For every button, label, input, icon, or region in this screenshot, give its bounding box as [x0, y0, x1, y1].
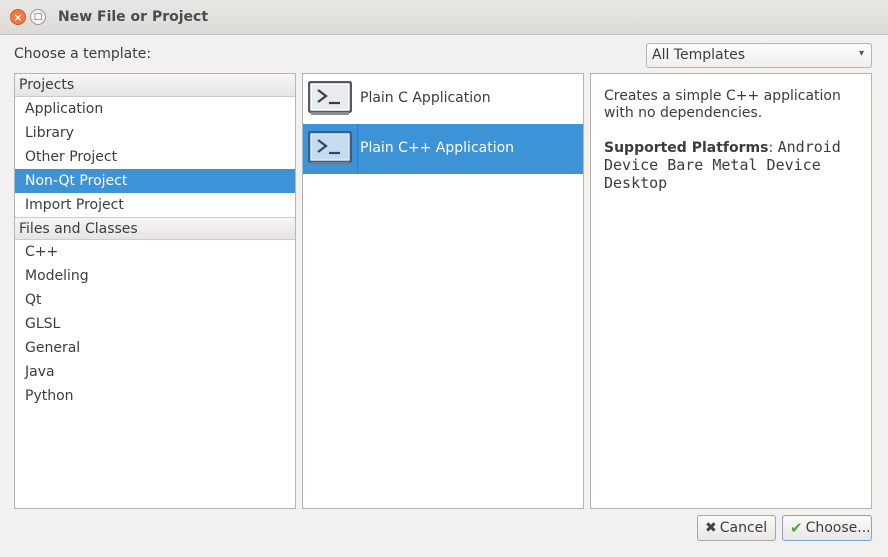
category-item-qt[interactable]: Qt: [15, 288, 295, 312]
template-label: Plain C++ Application: [360, 140, 515, 156]
template-filter-value: All Templates: [652, 47, 745, 63]
maximize-window-button[interactable]: □: [30, 9, 46, 25]
category-item-non-qt-project[interactable]: Non-Qt Project: [15, 169, 295, 193]
cancel-button-label: Cancel: [719, 520, 768, 536]
category-item-python[interactable]: Python: [15, 384, 295, 408]
category-header-projects: Projects: [15, 74, 295, 97]
template-description-panel: Creates a simple C++ application with no…: [590, 73, 872, 509]
choose-template-label: Choose a template:: [14, 46, 152, 62]
category-item-java[interactable]: Java: [15, 360, 295, 384]
category-item-glsl[interactable]: GLSL: [15, 312, 295, 336]
choose-button[interactable]: ✔ Choose...: [782, 515, 872, 541]
terminal-icon: [308, 81, 352, 115]
supported-platforms: Supported Platforms: Android Device Bare…: [604, 139, 864, 193]
maximize-icon: □: [33, 11, 43, 22]
cancel-button[interactable]: ✖ Cancel: [697, 515, 776, 541]
template-label: Plain C Application: [360, 90, 491, 106]
cancel-icon: ✖: [705, 520, 717, 536]
category-item-library[interactable]: Library: [15, 121, 295, 145]
checkmark-icon: ✔: [790, 519, 803, 537]
category-item-general[interactable]: General: [15, 336, 295, 360]
supported-platforms-separator: :: [768, 140, 774, 156]
category-item-import-project[interactable]: Import Project: [15, 193, 295, 217]
window-title: New File or Project: [58, 9, 209, 25]
icon-divider: [357, 124, 358, 174]
template-item-plain-cpp[interactable]: Plain C++ Application: [303, 124, 583, 174]
close-window-button[interactable]: ×: [10, 9, 26, 25]
close-icon: ×: [13, 10, 23, 24]
template-filter-combobox[interactable]: All Templates ▾: [646, 43, 872, 68]
supported-platforms-label: Supported Platforms: [604, 140, 769, 156]
category-item-cpp[interactable]: C++: [15, 240, 295, 264]
template-description: Creates a simple C++ application with no…: [604, 88, 841, 121]
category-item-application[interactable]: Application: [15, 97, 295, 121]
choose-button-label: Choose...: [805, 520, 871, 536]
category-list: Projects Application Library Other Proje…: [14, 73, 296, 509]
category-header-files-and-classes: Files and Classes: [15, 217, 295, 240]
title-bar: × □ New File or Project: [0, 0, 888, 35]
template-item-plain-c[interactable]: Plain C Application: [303, 74, 583, 124]
category-item-other-project[interactable]: Other Project: [15, 145, 295, 169]
category-item-modeling[interactable]: Modeling: [15, 264, 295, 288]
terminal-icon: [308, 131, 352, 165]
template-list: Plain C Application Plain C++ Applicatio…: [302, 73, 584, 509]
chevron-down-icon: ▾: [858, 48, 864, 59]
